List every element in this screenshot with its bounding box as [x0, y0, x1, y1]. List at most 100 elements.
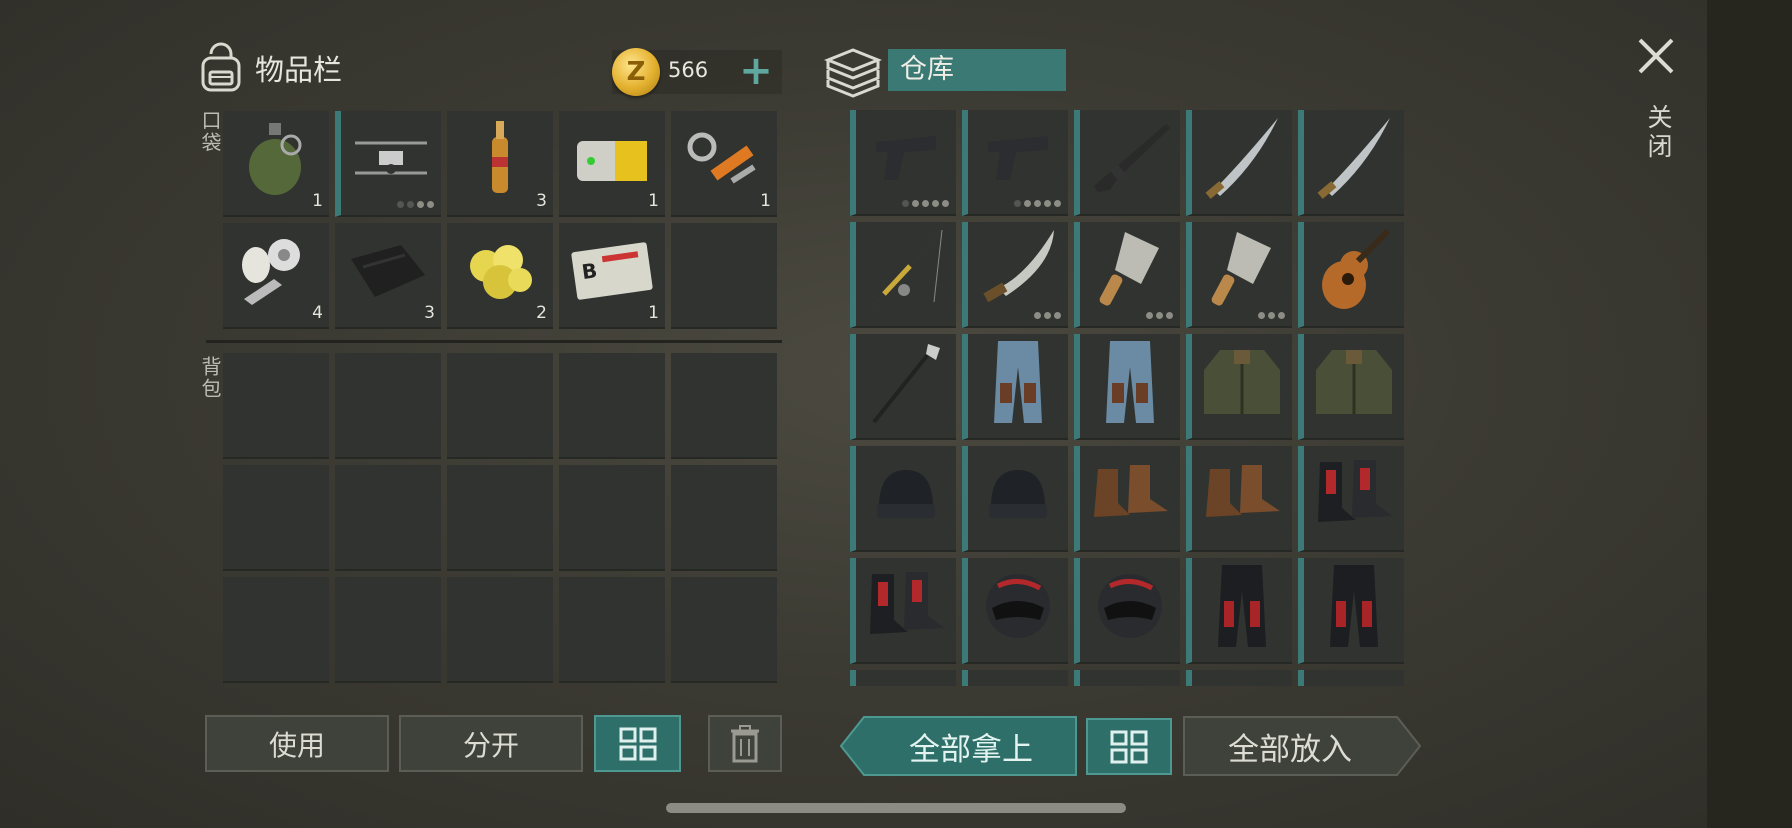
backpack-slot-empty[interactable] [671, 577, 777, 683]
inventory-title: 物品栏 [255, 53, 343, 87]
side-panel [1707, 0, 1792, 828]
pocket-slot[interactable]: 1 [671, 111, 777, 217]
storage-slot[interactable] [1186, 558, 1292, 664]
backpack-slot-empty[interactable] [559, 577, 665, 683]
pocket-slot[interactable]: 1 [559, 111, 665, 217]
storage-slot[interactable] [1186, 110, 1292, 216]
storage-slot[interactable] [1074, 222, 1180, 328]
item-quantity: 4 [312, 303, 323, 323]
storage-slot[interactable] [1186, 446, 1292, 552]
golf-club-icon [866, 338, 946, 430]
backpack-slot-empty[interactable] [335, 577, 441, 683]
storage-slot[interactable] [1298, 446, 1404, 552]
storage-slot[interactable] [962, 558, 1068, 664]
section-divider [206, 340, 782, 343]
durability-dot [1034, 312, 1041, 319]
storage-slot[interactable] [962, 110, 1068, 216]
moto-helmet-icon [1092, 568, 1168, 648]
split-button[interactable]: 分开 [399, 715, 583, 772]
storage-slot[interactable] [1298, 222, 1404, 328]
storage-header: 仓库 [822, 42, 1066, 98]
close-label[interactable]: 关闭 [1640, 104, 1676, 162]
durability-dot [1044, 312, 1051, 319]
pocket-slot[interactable]: B1 [559, 223, 665, 329]
backpack-slot-empty[interactable] [335, 353, 441, 459]
cleaver-icon [1095, 226, 1165, 318]
storage-slot[interactable] [1298, 334, 1404, 440]
pocket-slot[interactable]: 3 [447, 111, 553, 217]
storage-slot[interactable] [850, 558, 956, 664]
storage-slot[interactable] [1298, 670, 1404, 686]
pocket-slot[interactable] [335, 111, 441, 217]
durability-dots [1014, 200, 1061, 207]
storage-slot[interactable] [1074, 334, 1180, 440]
backpack-slot-empty[interactable] [447, 577, 553, 683]
pocket-slot[interactable]: 3 [335, 223, 441, 329]
storage-slot[interactable] [1074, 558, 1180, 664]
durability-dot [1146, 312, 1153, 319]
storage-slot[interactable] [1186, 222, 1292, 328]
storage-slot[interactable] [962, 334, 1068, 440]
storage-slot[interactable] [1186, 670, 1292, 686]
storage-slot[interactable] [850, 670, 956, 686]
backpack-slot-empty[interactable] [447, 465, 553, 571]
jeans-icon [988, 337, 1048, 431]
close-icon[interactable] [1636, 36, 1676, 76]
moto-helmet-icon [980, 568, 1056, 648]
durability-dot [1044, 200, 1051, 207]
moto-pants-icon [1324, 561, 1384, 655]
storage-slot[interactable] [850, 110, 956, 216]
backpack-slot-empty[interactable] [559, 353, 665, 459]
pocket-slot[interactable]: 2 [447, 223, 553, 329]
storage-scroll-area[interactable] [850, 110, 1410, 686]
backpack-slot-empty[interactable] [223, 577, 329, 683]
storage-slot[interactable] [1186, 334, 1292, 440]
guitar-icon [1314, 225, 1394, 319]
backpack-slot-empty[interactable] [671, 353, 777, 459]
item-quantity: 3 [536, 191, 547, 211]
delete-button[interactable] [708, 715, 782, 772]
storage-slot[interactable] [962, 670, 1068, 686]
brown-boots-icon [1200, 459, 1284, 533]
storage-slot[interactable] [850, 222, 956, 328]
backpack-slot-empty[interactable] [223, 353, 329, 459]
backpack-slot-empty[interactable] [447, 353, 553, 459]
pocket-slot[interactable]: 4 [223, 223, 329, 329]
storage-slot[interactable] [962, 222, 1068, 328]
durability-dot [1014, 200, 1021, 207]
storage-slot[interactable] [850, 446, 956, 552]
pocket-slot[interactable]: 1 [223, 111, 329, 217]
backpack-label: 背包 [198, 356, 222, 400]
take-all-button[interactable]: 全部拿上 [866, 716, 1076, 776]
storage-slot[interactable] [850, 334, 956, 440]
item-quantity: 1 [648, 303, 659, 323]
sort-inventory-button[interactable] [594, 715, 681, 772]
storage-slot[interactable] [1298, 558, 1404, 664]
beanie-icon [871, 464, 941, 528]
storage-slot[interactable] [1074, 446, 1180, 552]
item-quantity: 1 [648, 191, 659, 211]
durability-dot [1034, 200, 1041, 207]
storage-slot[interactable] [962, 446, 1068, 552]
backpack-slot-empty[interactable] [335, 465, 441, 571]
durability-dot [1166, 312, 1173, 319]
durability-dots [1146, 312, 1173, 319]
durability-dot [902, 200, 909, 207]
backpack-slot-empty[interactable] [671, 465, 777, 571]
storage-slot[interactable] [1074, 110, 1180, 216]
pocket-grid: 1311432B1 [223, 111, 777, 329]
add-coins-button[interactable]: + [738, 51, 774, 91]
id-card-icon: B [570, 241, 654, 305]
machete-icon [976, 226, 1060, 318]
backpack-slot-empty[interactable] [223, 465, 329, 571]
storage-slot[interactable] [1298, 110, 1404, 216]
pocket-slot-empty[interactable] [671, 223, 777, 329]
backpack-slot-empty[interactable] [559, 465, 665, 571]
hydraulic-parts-icon [682, 117, 766, 205]
put-all-button[interactable]: 全部放入 [1185, 716, 1395, 776]
sort-storage-button[interactable] [1086, 718, 1172, 775]
use-button[interactable]: 使用 [205, 715, 389, 772]
storage-slot[interactable] [1074, 670, 1180, 686]
jacket-icon [1312, 340, 1396, 428]
durability-dots [397, 201, 434, 208]
